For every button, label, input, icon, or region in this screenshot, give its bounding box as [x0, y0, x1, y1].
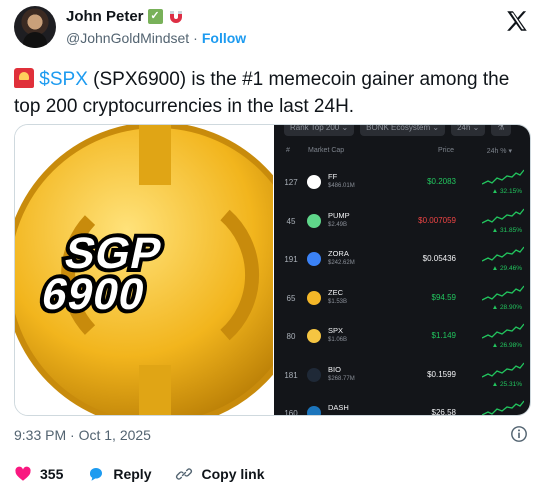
follow-button[interactable]: Follow	[202, 30, 246, 46]
sparkline	[482, 362, 524, 378]
row-change: ▲ 26.98%	[491, 342, 522, 349]
spx6900-coin-image: SGP 6900	[15, 125, 310, 415]
row-price: $26.58	[431, 408, 456, 416]
table-row[interactable]: 127 FF $486.01M $0.2083 ▲ 32.15%	[274, 167, 530, 205]
row-price: $0.007059	[418, 215, 456, 225]
row-market-cap: $1.06B	[328, 337, 348, 343]
like-count: 355	[40, 466, 64, 482]
action-bar: 355 Reply Copy link	[14, 465, 289, 483]
author-handle[interactable]: @JohnGoldMindset	[66, 30, 189, 46]
siren-icon	[14, 68, 34, 88]
separator-dot: ·	[193, 30, 198, 46]
token-icon	[307, 252, 321, 266]
col-price: Price	[438, 147, 454, 154]
row-symbol: FF	[328, 172, 338, 181]
table-row[interactable]: 80 SPX $1.06B $1.149 ▲ 26.98%	[274, 321, 530, 359]
row-rank: 65	[286, 293, 296, 303]
row-symbol: DASH	[328, 403, 349, 412]
reply-button[interactable]: Reply	[87, 465, 151, 483]
filter-ecosystem[interactable]: BONK Ecosystem ⌄	[360, 125, 446, 136]
row-market-cap: $2.49B	[328, 221, 348, 228]
tweet-header: John Peter ✓ @JohnGoldMindset · Follow	[14, 6, 530, 52]
row-rank: 45	[286, 216, 296, 226]
row-market-cap: $1.53B	[328, 298, 348, 305]
sparkline	[482, 169, 524, 185]
sparkline	[482, 285, 524, 301]
copy-link-button[interactable]: Copy link	[175, 465, 265, 483]
row-price: $0.05436	[422, 254, 456, 263]
row-change: ▲ 31.85%	[491, 226, 522, 234]
sparkline	[482, 208, 524, 224]
filter-rank[interactable]: Rank Top 200 ⌄	[284, 125, 355, 136]
coin-text-line2: 6900	[38, 270, 150, 318]
col-change[interactable]: 24h % ▾	[487, 147, 512, 155]
token-icon	[307, 329, 321, 343]
table-row[interactable]: 160 DASH $26.58	[274, 398, 530, 416]
row-price: $0.2083	[427, 177, 456, 186]
magnet-icon	[169, 10, 182, 23]
info-icon[interactable]	[510, 425, 528, 443]
author-block: John Peter ✓ @JohnGoldMindset · Follow	[66, 8, 246, 46]
row-symbol: SPX	[328, 326, 344, 335]
token-icon	[307, 406, 321, 415]
filter-timeframe[interactable]: 24h ⌄	[451, 125, 486, 136]
row-rank: 191	[284, 255, 298, 264]
token-icon	[307, 213, 321, 228]
tweet-timestamp[interactable]: 9:33 PM · Oct 1, 2025	[14, 427, 151, 443]
avatar[interactable]	[14, 6, 56, 48]
sparkline	[482, 246, 524, 262]
row-market-cap: $268.77M	[328, 375, 355, 382]
token-icon	[307, 367, 321, 382]
row-symbol: ZEC	[328, 287, 343, 297]
row-market-cap: $242.62M	[328, 260, 355, 266]
row-price: $94.59	[431, 292, 456, 302]
media-image[interactable]: SGP 6900 Rank Top 200 ⌄ BONK Ecosystem ⌄…	[14, 124, 531, 416]
row-rank: 181	[284, 370, 298, 380]
col-hash: #	[286, 147, 290, 154]
coin-graphic: SGP 6900	[15, 125, 310, 415]
row-price: $1.149	[431, 331, 456, 340]
table-row[interactable]: 65 ZEC $1.53B $94.59 ▲ 28.90%	[274, 283, 530, 321]
row-change: ▲ 32.15%	[491, 188, 522, 195]
author-name[interactable]: John Peter	[66, 8, 144, 25]
cashtag-link[interactable]: $SPX	[39, 69, 88, 90]
check-mark-icon: ✓	[147, 9, 163, 24]
row-change: ▲ 25.31%	[491, 380, 522, 388]
filter-icon[interactable]: ⚗	[491, 125, 511, 136]
row-price: $0.1599	[427, 369, 456, 379]
tweet-body: (SPX6900) is the #1 memecoin gainer amon…	[14, 69, 510, 117]
table-row[interactable]: 181 BIO $268.77M $0.1599 ▲ 25.31%	[274, 360, 530, 398]
reply-icon	[90, 468, 103, 481]
row-rank: 160	[284, 409, 298, 416]
sparkline	[482, 400, 524, 415]
col-market-cap: Market Cap	[308, 147, 345, 154]
row-rank: 80	[286, 332, 296, 341]
table-row[interactable]: 45 PUMP $2.49B $0.007059 ▲ 31.85%	[274, 206, 530, 244]
reply-label: Reply	[113, 466, 152, 482]
like-button[interactable]: 355	[14, 465, 63, 483]
link-icon	[176, 468, 193, 480]
gainers-table: Rank Top 200 ⌄ BONK Ecosystem ⌄ 24h ⌄ ⚗ …	[274, 125, 530, 416]
row-change: ▲ 28.90%	[491, 303, 522, 311]
x-logo-icon[interactable]	[504, 8, 530, 34]
row-symbol: ZORA	[328, 249, 349, 258]
row-change: ▲ 29.46%	[491, 265, 522, 272]
tweet-text: $SPX (SPX6900) is the #1 memecoin gainer…	[14, 66, 534, 120]
sparkline	[482, 323, 524, 339]
heart-icon	[15, 466, 31, 481]
token-icon	[307, 290, 321, 305]
row-symbol: BIO	[328, 364, 341, 374]
table-row[interactable]: 191 ZORA $242.62M $0.05436 ▲ 29.46%	[274, 244, 530, 282]
copy-link-label: Copy link	[201, 466, 265, 482]
row-rank: 127	[284, 178, 298, 187]
table-filters: Rank Top 200 ⌄ BONK Ecosystem ⌄ 24h ⌄ ⚗	[284, 125, 511, 136]
row-market-cap: $486.01M	[328, 183, 355, 189]
token-icon	[307, 175, 321, 189]
row-symbol: PUMP	[328, 210, 350, 220]
